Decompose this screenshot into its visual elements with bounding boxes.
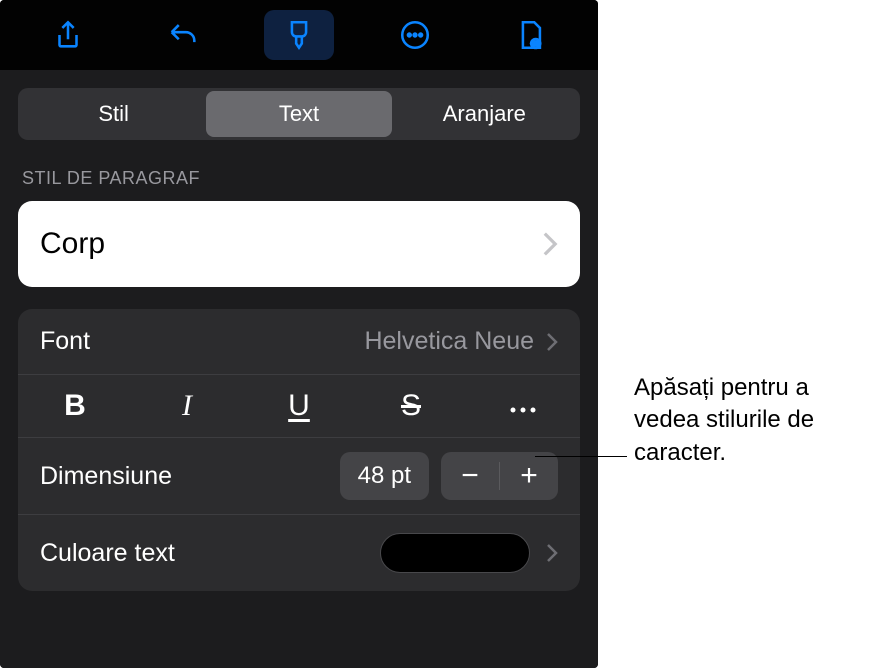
chevron-right-icon [542,231,558,257]
size-row: Dimensiune 48 pt − + [18,438,580,515]
underline-button[interactable]: U [264,389,334,423]
share-icon [51,18,85,52]
paragraph-style-selector[interactable]: Corp [18,201,580,287]
chevron-right-icon [546,543,558,563]
document-view-button[interactable] [495,10,565,60]
callout-text: Apăsați pentru a vedea stilurile de cara… [634,372,864,469]
size-decrease-button[interactable]: − [441,452,499,500]
chevron-right-icon [546,332,558,352]
size-value-field[interactable]: 48 pt [340,452,429,500]
document-view-icon [513,18,547,52]
size-label: Dimensiune [40,462,172,491]
paragraph-style-label: STIL DE PARAGRAF [18,168,580,189]
text-color-swatch[interactable] [380,533,530,573]
brush-icon [282,18,316,52]
font-label: Font [40,327,90,356]
size-stepper: − + [441,452,558,500]
format-tabs: Stil Text Aranjare [18,88,580,140]
more-button[interactable] [380,10,450,60]
font-value: Helvetica Neue [364,327,534,356]
format-brush-button[interactable] [264,10,334,60]
font-row[interactable]: Font Helvetica Neue [18,309,580,375]
size-controls: 48 pt − + [340,452,558,500]
format-panel: Stil Text Aranjare STIL DE PARAGRAF Corp… [0,0,598,668]
text-color-row[interactable]: Culoare text [18,515,580,591]
undo-button[interactable] [148,10,218,60]
paragraph-style-value: Corp [40,227,105,261]
bold-button[interactable]: B [40,389,110,423]
tab-aranjare[interactable]: Aranjare [392,91,577,137]
more-icon [398,18,432,52]
panel-content: Stil Text Aranjare STIL DE PARAGRAF Corp… [0,70,598,668]
undo-icon [166,18,200,52]
ellipsis-icon [508,405,538,415]
strikethrough-button[interactable]: S [376,389,446,423]
italic-button[interactable]: I [152,389,222,423]
tab-text[interactable]: Text [206,91,391,137]
text-color-label: Culoare text [40,539,175,568]
top-toolbar [0,0,598,70]
tab-stil[interactable]: Stil [21,91,206,137]
text-options-list: Font Helvetica Neue B I U S [18,309,580,591]
more-text-options-button[interactable] [488,389,558,423]
share-button[interactable] [33,10,103,60]
size-increase-button[interactable]: + [500,452,558,500]
text-format-row: B I U S [18,375,580,438]
callout-line [535,456,627,457]
